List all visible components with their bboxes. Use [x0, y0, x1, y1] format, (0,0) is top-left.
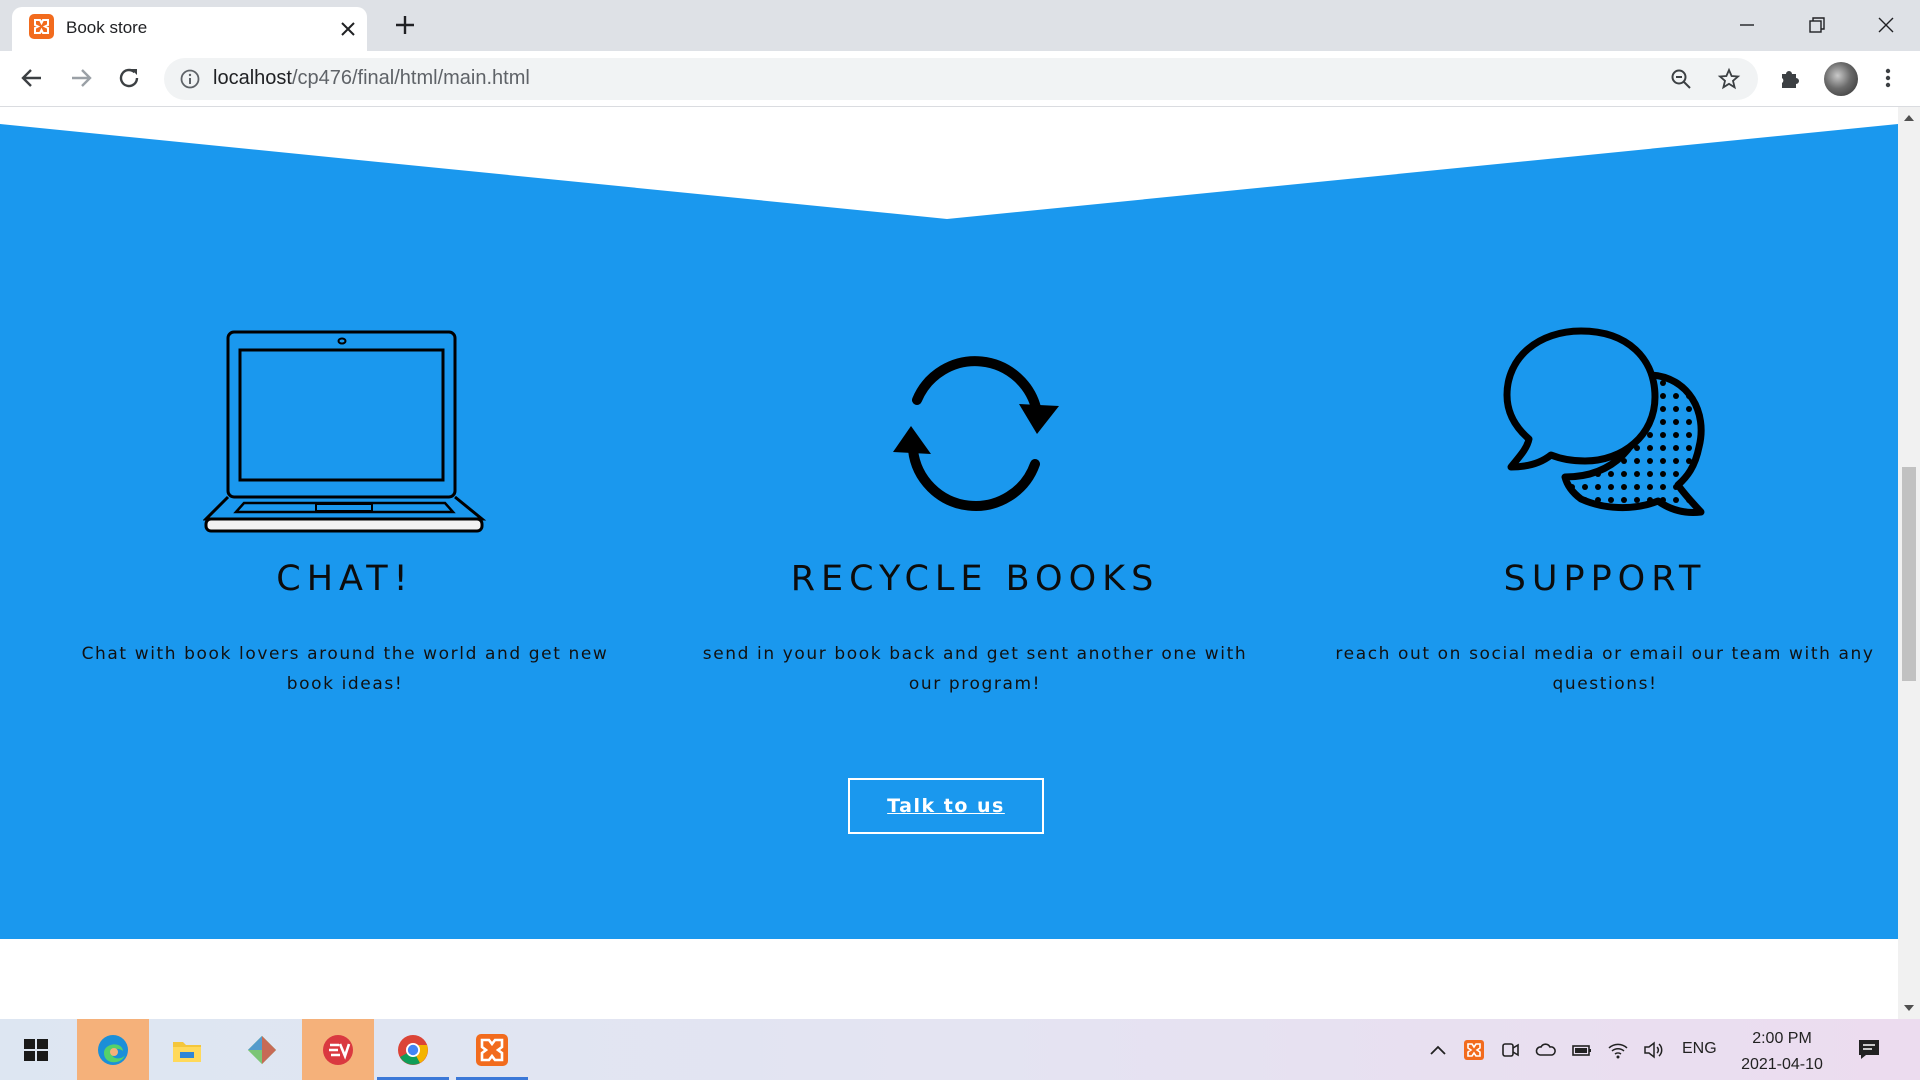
scroll-thumb[interactable] [1902, 467, 1916, 681]
wifi-icon[interactable] [1607, 1039, 1629, 1061]
onedrive-icon[interactable] [1535, 1039, 1557, 1061]
clock-date: 2021-04-10 [1741, 1056, 1823, 1073]
clock[interactable]: 2:00 PM 2021-04-10 [1734, 1026, 1830, 1078]
taskbar-chrome[interactable] [377, 1019, 449, 1080]
taskbar-xampp[interactable] [456, 1019, 528, 1080]
minimize-icon[interactable] [1732, 10, 1762, 40]
feature-description: send in your book back and get sent anot… [702, 644, 1248, 694]
chrome-icon [398, 1035, 428, 1065]
feature-heading: SUPPORT [1503, 559, 1707, 599]
profile-avatar[interactable] [1824, 62, 1858, 96]
edge-icon [98, 1035, 128, 1065]
feature-heading: CHAT! [276, 559, 414, 599]
git-icon [247, 1035, 277, 1065]
volume-icon[interactable] [1642, 1039, 1664, 1061]
features-section: CHAT! Chat with book lovers around the w… [0, 107, 1898, 939]
xampp-favicon-icon [29, 14, 54, 39]
windows-taskbar: ENG 2:00 PM 2021-04-10 [0, 1019, 1920, 1080]
address-bar[interactable]: localhost/cp476/final/html/main.html [164, 58, 1758, 100]
notification-center-icon[interactable] [1856, 1036, 1882, 1062]
new-tab-icon[interactable] [392, 12, 418, 38]
speech-bubbles-icon [1503, 327, 1705, 516]
extensions-icon[interactable] [1776, 64, 1804, 92]
battery-icon[interactable] [1571, 1039, 1593, 1061]
page-scrollbar[interactable] [1898, 107, 1920, 1019]
scroll-up-icon[interactable] [1903, 112, 1915, 124]
show-hidden-icons-icon[interactable] [1427, 1039, 1449, 1061]
menu-kebab-icon[interactable] [1874, 64, 1902, 92]
taskbar-edge[interactable] [77, 1019, 149, 1080]
feature-heading: RECYCLE BOOKS [790, 559, 1160, 599]
reload-icon[interactable] [114, 63, 144, 93]
url-text[interactable]: localhost/cp476/final/html/main.html [213, 67, 530, 90]
feature-description: reach out on social media or email our t… [1335, 644, 1875, 694]
browser-toolbar: localhost/cp476/final/html/main.html [0, 51, 1920, 107]
clock-time: 2:00 PM [1752, 1030, 1812, 1047]
forward-icon[interactable] [66, 63, 96, 93]
back-icon[interactable] [17, 63, 47, 93]
close-window-icon[interactable] [1871, 10, 1901, 40]
xampp-tray-icon[interactable] [1463, 1039, 1485, 1061]
browser-tab[interactable]: Book store [12, 7, 367, 51]
xampp-icon [476, 1034, 508, 1066]
windows-start-icon [24, 1039, 48, 1061]
tab-close-icon[interactable] [337, 18, 359, 40]
zoom-icon[interactable] [1669, 67, 1693, 91]
browser-tab-strip: Book store [0, 0, 1920, 51]
site-info-icon[interactable] [179, 68, 201, 90]
meet-now-icon[interactable] [1499, 1039, 1521, 1061]
url-path: /cp476/final/html/main.html [291, 67, 530, 89]
talk-to-us-button[interactable]: Talk to us [848, 778, 1044, 834]
url-host: localhost [213, 67, 292, 89]
restore-icon[interactable] [1802, 10, 1832, 40]
feature-description: Chat with book lovers around the world a… [81, 644, 609, 694]
bookmark-star-icon[interactable] [1717, 67, 1741, 91]
page-viewport: CHAT! Chat with book lovers around the w… [0, 107, 1898, 1019]
taskbar-expressvpn[interactable] [302, 1019, 374, 1080]
scroll-down-icon[interactable] [1903, 1002, 1915, 1014]
taskbar-file-explorer[interactable] [151, 1019, 223, 1080]
file-explorer-icon [173, 1042, 201, 1062]
laptop-icon [203, 330, 487, 533]
language-indicator[interactable]: ENG [1682, 1040, 1717, 1058]
taskbar-git[interactable] [226, 1019, 298, 1080]
start-button[interactable] [0, 1019, 72, 1080]
tab-title: Book store [66, 18, 148, 37]
recycle-icon [893, 356, 1059, 511]
expressvpn-icon [323, 1035, 353, 1065]
